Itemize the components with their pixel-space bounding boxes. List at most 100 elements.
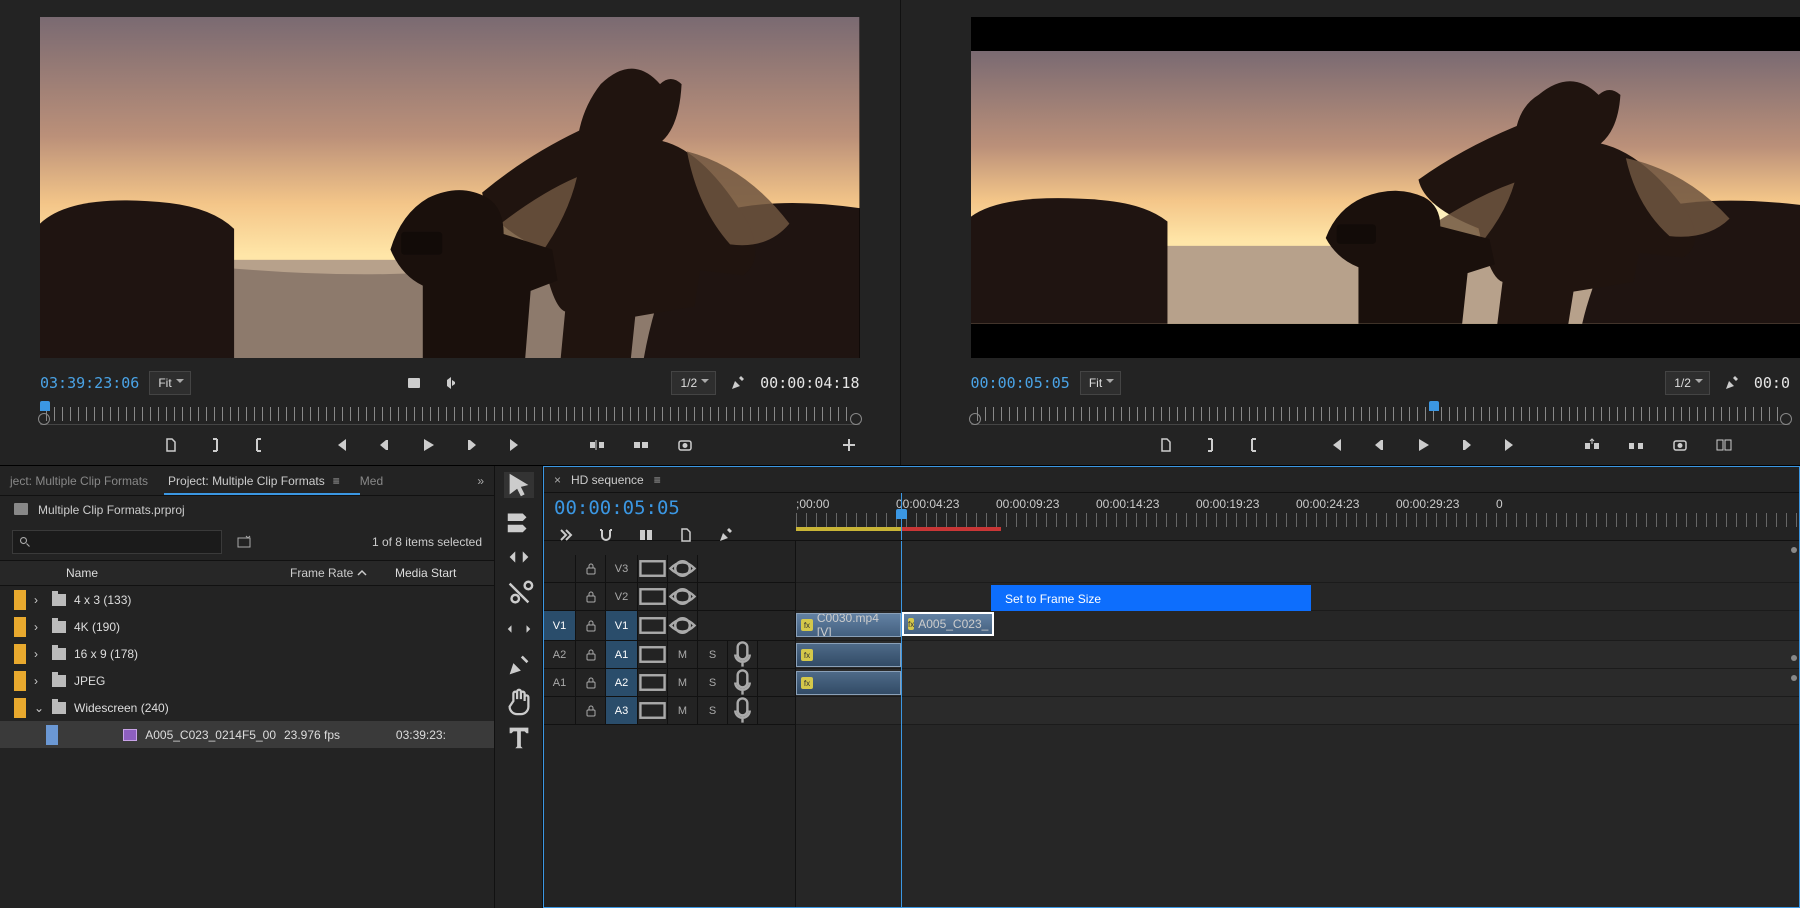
export-frame-icon[interactable] [674,433,696,457]
track-header-a1[interactable]: A2A1MS [544,641,795,669]
timeline-audio-clip[interactable]: fx [796,643,901,667]
extract-icon[interactable] [1625,433,1647,457]
program-zoom-dropdown[interactable]: Fit [1080,371,1121,395]
timeline-ruler[interactable]: ;00:00 00:00:04:23 00:00:09:23 00:00:14:… [796,493,1799,540]
sequence-tab[interactable]: HD sequence [571,473,644,487]
comparison-view-icon[interactable] [1713,433,1735,457]
timeline-vertical-scroll[interactable] [1787,547,1797,897]
timeline-playhead[interactable] [901,493,902,540]
track-header-a2[interactable]: A1A2MS [544,669,795,697]
overwrite-icon[interactable] [630,433,652,457]
voice-over-icon[interactable] [728,669,758,696]
bin-row[interactable]: ›4K (190) [0,613,494,640]
timeline-timecode[interactable]: 00:00:05:05 [554,497,786,519]
sequence-tab-close-icon[interactable]: × [554,473,561,487]
prog-goto-in-icon[interactable] [1324,433,1346,457]
lock-icon[interactable] [576,583,606,610]
bin-row[interactable]: ›16 x 9 (178) [0,640,494,667]
col-frame-rate[interactable]: Frame Rate [290,566,395,580]
bin-row[interactable]: ›JPEG [0,667,494,694]
ripple-edit-tool-icon[interactable] [504,544,534,570]
track-header-a3[interactable]: A3MS [544,697,795,725]
lock-icon[interactable] [576,641,606,668]
prog-goto-out-icon[interactable] [1500,433,1522,457]
timeline-audio-clip[interactable]: fx [796,671,901,695]
prog-step-fwd-icon[interactable] [1456,433,1478,457]
toggle-track-output-icon[interactable] [668,583,698,610]
button-editor-icon[interactable] [838,433,860,457]
program-video-frame[interactable] [971,17,1800,358]
lock-icon[interactable] [576,555,606,582]
program-scrubber[interactable] [971,403,1791,425]
goto-in-icon[interactable] [329,433,351,457]
lock-icon[interactable] [576,697,606,724]
voice-over-icon[interactable] [728,641,758,668]
program-settings-icon[interactable] [1720,371,1744,395]
program-in-timecode[interactable]: 00:00:05:05 [971,374,1070,392]
pen-tool-icon[interactable] [504,652,534,678]
toggle-track-output-icon[interactable] [668,555,698,582]
toggle-sync-icon[interactable] [638,641,668,668]
project-search-input[interactable] [12,530,222,554]
source-scrubber[interactable] [40,403,860,425]
lock-icon[interactable] [576,669,606,696]
context-menu-set-to-frame-size[interactable]: Set to Frame Size [991,585,1311,611]
prog-in-bracket-icon[interactable] [1199,433,1221,457]
timeline-clip-selected[interactable]: fxA005_C023_ [902,612,994,636]
source-zoom-dropdown[interactable]: Fit [149,371,190,395]
lift-icon[interactable] [1581,433,1603,457]
drag-video-icon[interactable] [402,371,426,395]
source-video-frame[interactable] [40,17,860,358]
source-settings-icon[interactable] [726,371,750,395]
track-header-v1[interactable]: V1V1 [544,611,795,641]
track-header-v2[interactable]: V2 [544,583,795,611]
toggle-sync-icon[interactable] [638,611,668,640]
prog-out-bracket-icon[interactable] [1243,433,1265,457]
track-select-tool-icon[interactable] [504,508,534,534]
bin-row[interactable]: ›4 x 3 (133) [0,586,494,613]
track-header-v3[interactable]: V3 [544,555,795,583]
prog-play-icon[interactable] [1412,433,1434,457]
out-bracket-icon[interactable] [248,433,270,457]
selection-tool-icon[interactable] [504,472,534,498]
toggle-sync-icon[interactable] [638,669,668,696]
timeline-clip[interactable]: fxC0030.mp4 [V] [796,613,901,637]
hand-tool-icon[interactable] [504,688,534,714]
tab-truncated-left[interactable]: ject: Multiple Clip Formats [10,474,148,488]
program-out-timecode[interactable]: 00:0 [1754,374,1790,392]
tab-project-active[interactable]: Project: Multiple Clip Formats [168,474,340,488]
type-tool-icon[interactable] [504,724,534,750]
bin-row[interactable]: ⌄Widescreen (240) [0,694,494,721]
timeline-tracks-area[interactable]: fxC0030.mp4 [V] fxA005_C023_ fx fx Set t… [796,541,1799,907]
play-icon[interactable] [417,433,439,457]
sequence-panel-menu-icon[interactable]: ≡ [654,473,661,487]
new-bin-icon[interactable] [232,530,256,554]
clip-row-selected[interactable]: A005_C023_0214F5_00 23.976 fps 03:39:23: [0,721,494,748]
tab-truncated-right[interactable]: Med [360,474,383,488]
source-out-timecode[interactable]: 00:00:04:18 [760,374,859,392]
prog-export-frame-icon[interactable] [1669,433,1691,457]
col-name[interactable]: Name [66,566,290,580]
goto-out-icon[interactable] [505,433,527,457]
toggle-sync-icon[interactable] [638,697,668,724]
source-in-timecode[interactable]: 03:39:23:06 [40,374,139,392]
panel-menu-icon[interactable] [325,474,340,488]
source-resolution-dropdown[interactable]: 1/2 [671,371,716,395]
program-resolution-dropdown[interactable]: 1/2 [1665,371,1710,395]
toggle-track-output-icon[interactable] [668,611,698,640]
voice-over-icon[interactable] [728,697,758,724]
col-media-start[interactable]: Media Start [395,566,480,580]
insert-icon[interactable] [586,433,608,457]
toggle-sync-icon[interactable] [638,583,668,610]
tabs-overflow-icon[interactable]: » [477,474,484,488]
prog-step-back-icon[interactable] [1368,433,1390,457]
in-bracket-icon[interactable] [204,433,226,457]
mark-clip-icon[interactable] [1155,433,1177,457]
lock-icon[interactable] [576,611,606,640]
mark-in-icon[interactable] [160,433,182,457]
razor-tool-icon[interactable] [504,580,534,606]
drag-audio-icon[interactable] [436,371,460,395]
slip-tool-icon[interactable] [504,616,534,642]
step-fwd-icon[interactable] [461,433,483,457]
step-back-icon[interactable] [373,433,395,457]
